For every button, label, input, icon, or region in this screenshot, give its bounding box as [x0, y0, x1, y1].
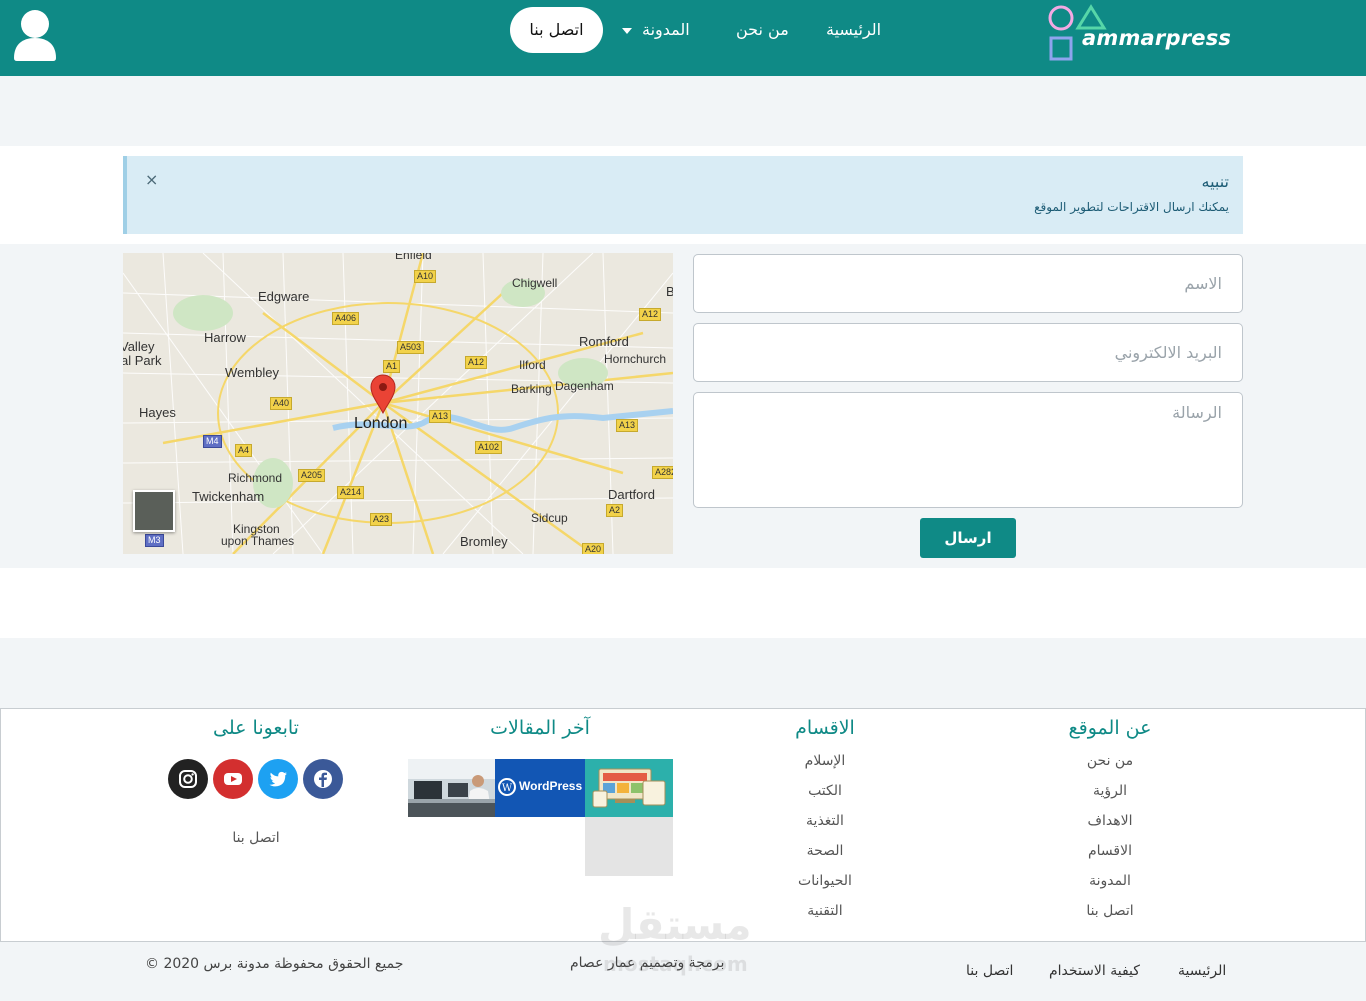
road-badge: A205 [298, 469, 326, 482]
svg-text:W: W [502, 783, 513, 794]
footer-category-link[interactable]: الإسلام [765, 753, 885, 769]
close-icon[interactable]: × [145, 170, 158, 189]
logo-text: ammarpress [1082, 26, 1232, 50]
map-label: upon Thames [221, 534, 295, 548]
alert-title: تنبيه [1201, 172, 1229, 191]
road-badge: A23 [370, 513, 393, 526]
email-input[interactable] [694, 324, 1242, 381]
road-badge: M4 [203, 435, 222, 448]
map-label: Twickenham [192, 489, 265, 504]
message-textarea[interactable] [694, 393, 1242, 507]
map-label: Dagenham [555, 379, 614, 393]
alert-box: تنبيه يمكنك ارسال الاقتراحات لتطوير المو… [123, 156, 1243, 234]
article-thumbnail-wordpress[interactable]: W WordPress [495, 759, 585, 817]
footer-category-link[interactable]: التغذية [765, 813, 885, 829]
footer-about-link[interactable]: الاقسام [1050, 843, 1170, 859]
facebook-icon[interactable] [303, 759, 343, 799]
bottom-home-link[interactable]: الرئيسية [1178, 963, 1226, 979]
name-input[interactable] [694, 255, 1242, 312]
user-icon[interactable] [12, 8, 58, 62]
map-label: Romford [579, 334, 629, 349]
map-label: Valley [123, 339, 155, 354]
map-label: Sidcup [531, 511, 568, 525]
map-label: Dartford [608, 487, 655, 502]
footer-about-link[interactable]: الاهداف [1050, 813, 1170, 829]
map-roads [123, 253, 673, 554]
article-thumbnail-placeholder[interactable] [585, 817, 673, 876]
send-button[interactable]: ارسال🡐 [920, 518, 1016, 587]
send-button-label: ارسال [944, 529, 992, 547]
email-field[interactable] [693, 323, 1243, 382]
map-label: Wembley [225, 365, 279, 380]
footer-category-link[interactable]: الحيوانات [765, 873, 885, 889]
alert-text: يمكنك ارسال الاقتراحات لتطوير الموقع [1034, 200, 1229, 214]
road-badge: A4 [235, 444, 253, 457]
footer-contact-link[interactable]: اتصل بنا [196, 830, 316, 846]
nav-blog-dropdown[interactable]: المدونة [622, 20, 690, 39]
nav-about-link[interactable]: من نحن [736, 20, 789, 39]
footer-about-link[interactable]: الرؤية [1050, 783, 1170, 799]
road-badge: A13 [616, 419, 639, 432]
google-map[interactable]: Enfield Edgware Harrow Valley al Park We… [123, 253, 673, 554]
nav-contact-button[interactable]: اتصل بنا [510, 7, 603, 53]
map-label: B [666, 284, 673, 299]
road-badge: A12 [639, 308, 662, 321]
map-label: Hayes [139, 405, 176, 420]
instagram-icon[interactable] [168, 759, 208, 799]
bottom-contact-link[interactable]: اتصل بنا [966, 963, 1013, 979]
youtube-icon[interactable] [213, 759, 253, 799]
road-badge: A12 [465, 356, 488, 369]
map-label: Chigwell [512, 276, 558, 290]
bottom-howto-link[interactable]: كيفية الاستخدام [1049, 963, 1140, 979]
map-label: Barking [511, 382, 552, 396]
map-label: al Park [123, 353, 162, 368]
road-badge: A503 [397, 341, 425, 354]
nav-home-link[interactable]: الرئيسية [826, 20, 881, 39]
twitter-icon[interactable] [258, 759, 298, 799]
watermark-arabic: مستقل [598, 900, 752, 949]
road-badge: A20 [582, 543, 605, 554]
footer-about-link[interactable]: المدونة [1050, 873, 1170, 889]
article-thumbnail-devices[interactable] [585, 759, 673, 817]
road-badge: A2 [606, 504, 624, 517]
chevron-down-icon [622, 27, 632, 34]
footer-about-link[interactable]: من نحن [1050, 753, 1170, 769]
road-badge: A102 [475, 441, 503, 454]
road-badge: M3 [145, 534, 164, 547]
footer-about-title: عن الموقع [1068, 717, 1152, 739]
map-label-london: London [354, 415, 408, 432]
footer-follow-title: تابعونا على [213, 717, 299, 739]
name-field[interactable] [693, 254, 1243, 313]
footer-category-link[interactable]: التقنية [765, 903, 885, 919]
top-navbar: اتصل بنا المدونة من نحن الرئيسية ammarpr… [0, 0, 1366, 76]
message-field[interactable] [693, 392, 1243, 508]
satellite-toggle-button[interactable] [133, 490, 175, 532]
spacer [0, 568, 1366, 638]
map-label: Bromley [460, 534, 508, 549]
map-label: Richmond [228, 471, 283, 485]
footer-about-link[interactable]: اتصل بنا [1050, 903, 1170, 919]
map-label: Edgware [258, 289, 310, 304]
road-badge: A13 [429, 410, 452, 423]
article-thumbnail-office[interactable] [408, 759, 495, 817]
footer-category-link[interactable]: الكتب [765, 783, 885, 799]
map-label: Harrow [204, 330, 246, 345]
footer-category-link[interactable]: الصحة [765, 843, 885, 859]
footer-categories-title: الاقسام [795, 717, 855, 739]
road-badge: A282 [652, 466, 673, 479]
road-badge: A40 [270, 397, 293, 410]
map-label: Enfield [395, 253, 432, 262]
copyright-text: جميع الحقوق محفوظة مدونة برس 2020 © [145, 956, 404, 972]
road-badge: A10 [414, 270, 437, 283]
footer-latest-title: آخر المقالات [490, 717, 590, 739]
road-badge: A214 [337, 486, 365, 499]
road-badge: A1 [383, 360, 401, 373]
road-badge: A406 [332, 312, 360, 325]
wordpress-thumb-text: WordPress [519, 779, 583, 793]
nav-blog-label: المدونة [642, 20, 690, 39]
map-label: Ilford [519, 358, 546, 372]
credits-text: برمجة وتصميم عمار عصام [570, 955, 725, 971]
map-label: Hornchurch [604, 352, 667, 366]
